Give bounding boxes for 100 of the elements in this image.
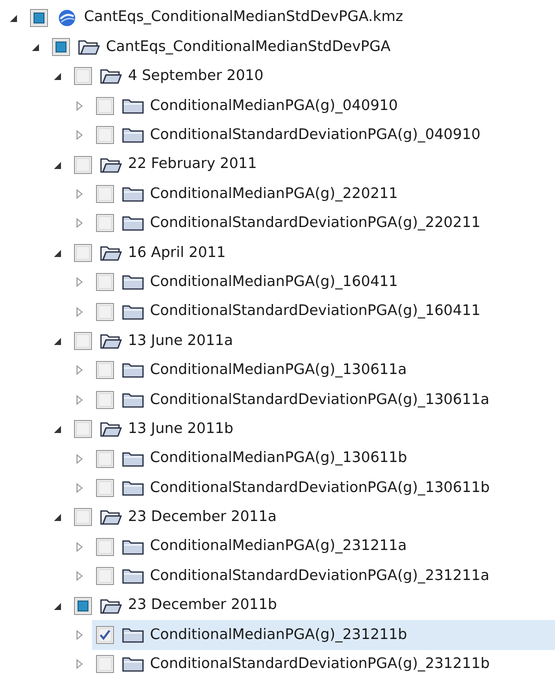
item-label: 4 September 2010 (128, 69, 264, 84)
checkbox[interactable] (74, 332, 92, 350)
item-label: ConditionalMedianPGA(g)_130611b (150, 451, 408, 466)
open-folder-icon (100, 244, 122, 262)
item-label: ConditionalMedianPGA(g)_220211 (150, 186, 398, 202)
item-label: ConditionalStandardDeviationPGA(g)_040910 (150, 128, 480, 142)
item-label: ConditionalMedianPGA(g)_231211a (150, 539, 407, 554)
open-folder-icon (100, 420, 122, 438)
folder-icon (122, 538, 144, 556)
folder-icon (122, 567, 144, 586)
checkbox[interactable] (96, 567, 114, 586)
expand-arrow-icon[interactable] (74, 454, 84, 464)
checkbox[interactable] (74, 67, 92, 86)
checkbox[interactable] (74, 508, 92, 526)
checkbox[interactable] (96, 538, 114, 556)
tree-item[interactable]: ConditionalMedianPGA(g)_231211a (92, 532, 555, 562)
item-label: ConditionalMedianPGA(g)_130611a (150, 363, 407, 378)
tree-item[interactable]: ConditionalStandardDeviationPGA(g)_231211b (92, 650, 555, 679)
item-label: ConditionalMedianPGA(g)_160411 (150, 274, 398, 290)
folder-icon (122, 390, 144, 409)
folder-icon (122, 214, 144, 232)
collapse-arrow-icon[interactable] (52, 600, 62, 610)
tree-item[interactable]: ConditionalMedianPGA(g)_231211b (92, 620, 555, 650)
checkbox[interactable] (74, 156, 92, 174)
checkbox[interactable] (96, 126, 114, 144)
item-label: ConditionalStandardDeviationPGA(g)_231211a (150, 568, 490, 584)
item-label: ConditionalStandardDeviationPGA(g)_130611b (150, 480, 490, 496)
item-label: ConditionalMedianPGA(g)_040910 (150, 98, 398, 114)
collapse-arrow-icon[interactable] (52, 160, 62, 170)
tree-item[interactable]: ConditionalStandardDeviationPGA(g)_040910 (92, 120, 555, 150)
checkbox[interactable] (96, 478, 114, 497)
expand-arrow-icon[interactable] (74, 277, 84, 288)
checkbox[interactable] (96, 390, 114, 409)
expand-arrow-icon[interactable] (74, 542, 84, 552)
collapse-arrow-icon[interactable] (52, 248, 62, 258)
expand-arrow-icon[interactable] (74, 100, 84, 111)
expand-arrow-icon[interactable] (74, 659, 84, 670)
item-label: 16 April 2011 (128, 246, 226, 260)
checkbox[interactable] (96, 626, 114, 644)
tree-item[interactable]: ConditionalMedianPGA(g)_220211 (92, 179, 555, 209)
item-label: ConditionalStandardDeviationPGA(g)_160411 (150, 304, 480, 319)
folder-icon (122, 185, 144, 204)
folder-icon (122, 361, 144, 380)
checkbox[interactable] (96, 96, 114, 115)
expand-arrow-icon[interactable] (74, 394, 84, 405)
collapse-arrow-icon[interactable] (52, 71, 62, 82)
checkbox[interactable] (74, 596, 92, 614)
tree-item[interactable]: ConditionalStandardDeviationPGA(g)_130611a (92, 385, 555, 414)
folder-icon (122, 126, 144, 144)
item-label: 13 June 2011a (128, 334, 234, 348)
checkbox[interactable] (30, 8, 48, 27)
checkbox[interactable] (74, 420, 92, 438)
open-folder-icon (100, 332, 122, 350)
open-folder-icon (100, 596, 122, 614)
folder-icon (122, 655, 144, 674)
checkbox[interactable] (52, 38, 70, 56)
item-label: 23 December 2011b (128, 598, 277, 613)
collapse-arrow-icon[interactable] (52, 336, 62, 346)
tree-item[interactable]: ConditionalStandardDeviationPGA(g)_220211 (92, 208, 555, 238)
globe-icon (56, 8, 78, 27)
open-folder-icon (100, 67, 122, 86)
expand-arrow-icon[interactable] (74, 571, 84, 582)
tree-item[interactable]: ConditionalStandardDeviationPGA(g)_130611b (92, 473, 555, 503)
folder-icon (122, 302, 144, 321)
item-label: CantEqs_ConditionalMedianStdDevPGA.kmz (84, 10, 404, 25)
checkbox[interactable] (96, 655, 114, 674)
checkbox[interactable] (96, 361, 114, 380)
checkbox[interactable] (74, 244, 92, 262)
checkbox[interactable] (96, 450, 114, 468)
tree-item[interactable]: ConditionalMedianPGA(g)_130611a (92, 356, 555, 386)
checkbox[interactable] (96, 273, 114, 292)
folder-icon (122, 478, 144, 497)
item-label: ConditionalStandardDeviationPGA(g)_130611a (150, 392, 490, 408)
tree-item[interactable]: ConditionalMedianPGA(g)_160411 (92, 268, 555, 297)
tree-item[interactable]: ConditionalMedianPGA(g)_130611b (92, 444, 555, 474)
folder-icon (122, 626, 144, 644)
expand-arrow-icon[interactable] (74, 630, 84, 640)
collapse-arrow-icon[interactable] (8, 12, 18, 23)
expand-arrow-icon[interactable] (74, 189, 84, 200)
checkbox[interactable] (96, 185, 114, 204)
collapse-arrow-icon[interactable] (52, 424, 62, 434)
collapse-arrow-icon[interactable] (52, 512, 62, 522)
expand-arrow-icon[interactable] (74, 482, 84, 493)
checkbox[interactable] (96, 214, 114, 232)
folder-icon (122, 273, 144, 292)
item-label: 13 June 2011b (128, 422, 234, 436)
open-folder-icon (100, 508, 122, 526)
open-folder-icon (100, 156, 122, 174)
item-label: 23 December 2011a (128, 510, 277, 525)
checkbox[interactable] (96, 302, 114, 321)
tree-item[interactable]: ConditionalMedianPGA(g)_040910 (92, 91, 555, 121)
expand-arrow-icon[interactable] (74, 306, 84, 317)
collapse-arrow-icon[interactable] (30, 42, 40, 52)
tree-item[interactable]: ConditionalStandardDeviationPGA(g)_160411 (92, 296, 555, 326)
expand-arrow-icon[interactable] (74, 365, 84, 376)
item-label: CantEqs_ConditionalMedianStdDevPGA (106, 40, 391, 54)
expand-arrow-icon[interactable] (74, 218, 84, 228)
tree-item[interactable]: ConditionalStandardDeviationPGA(g)_231211a (92, 561, 555, 591)
item-label: 22 February 2011 (128, 157, 257, 172)
expand-arrow-icon[interactable] (74, 130, 84, 140)
